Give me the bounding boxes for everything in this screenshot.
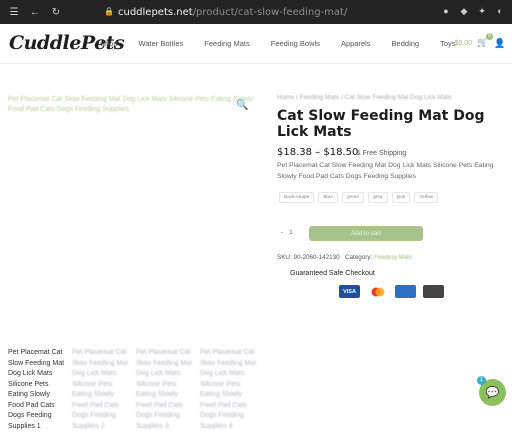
nav-item-feeding-bowls[interactable]: Feeding Bowls	[271, 39, 320, 48]
chat-button[interactable]: 💬 1	[477, 376, 506, 406]
product-description: Pet Placemat Cat Slow Feeding Mat Dog Li…	[277, 162, 494, 180]
discover-icon	[423, 285, 444, 298]
shield-icon[interactable]: ◆	[458, 5, 470, 17]
extension-icon[interactable]: ✦	[476, 5, 488, 17]
header-actions: $0.00 🛒 0 👤	[454, 33, 505, 49]
zoom-icon[interactable]: 🔍	[236, 100, 248, 112]
url-domain: cuddlepets.net	[118, 6, 193, 18]
category-label: Category:	[344, 254, 373, 261]
nav-item-shop[interactable]: Shop	[100, 39, 118, 48]
add-to-cart-button[interactable]: Add to cart	[309, 226, 423, 241]
swatch-back-shape[interactable]: Back-shape	[279, 192, 315, 203]
nav-item-feeding-mats[interactable]: Feeding Mats	[204, 39, 249, 48]
chat-icon: 💬	[485, 387, 500, 399]
variant-swatches: Back-shape Blue green grey pink Yellow	[279, 192, 439, 203]
gallery-caption: Pet Placemat Cat Slow Feeding Mat Dog Li…	[8, 96, 254, 113]
related-products: Pet Placemat Cat Slow Feeding Mat Dog Li…	[8, 348, 258, 432]
qty-value[interactable]: 1	[289, 229, 293, 236]
related-item[interactable]: Pet Placemat Cat Slow Feeding Mat Dog Li…	[200, 348, 258, 432]
github-icon[interactable]: ●	[440, 5, 452, 17]
nav-item-apparels[interactable]: Apparels	[341, 39, 371, 48]
chat-badge: 1	[477, 376, 486, 385]
amex-icon	[395, 285, 416, 298]
qty-minus-button[interactable]: -	[281, 229, 283, 236]
site-header: CuddlePets Shop Water Bottles Feeding Ma…	[0, 24, 512, 64]
nav-item-toys[interactable]: Toys	[440, 39, 455, 48]
mastercard-icon	[367, 285, 388, 298]
cart-count-badge: 0	[486, 33, 493, 40]
swatch-pink[interactable]: pink	[391, 192, 411, 203]
url-path: /product/cat-slow-feeding-mat/	[192, 6, 348, 18]
back-icon[interactable]: ←	[28, 5, 42, 19]
swatch-blue[interactable]: Blue	[318, 192, 338, 203]
menu-icon[interactable]: ☰	[7, 5, 21, 19]
swatch-yellow[interactable]: Yellow	[414, 192, 439, 203]
quantity-stepper[interactable]: - 1	[281, 229, 293, 236]
category-link[interactable]: Feeding Mats	[374, 254, 412, 261]
product-meta: SKU: 90-2060-142130 Category: Feeding Ma…	[277, 254, 412, 261]
breadcrumb[interactable]: Home / Feeding Mats / Cat Slow Feeding M…	[277, 94, 452, 101]
visa-icon: VISA	[339, 285, 360, 298]
safe-checkout-title: Guaranteed Safe Checkout	[290, 270, 375, 277]
mastercard-circles	[371, 287, 384, 296]
related-item[interactable]: Pet Placemat Cat Slow Feeding Mat Dog Li…	[136, 348, 194, 432]
related-item[interactable]: Pet Placemat Cat Slow Feeding Mat Dog Li…	[8, 348, 66, 432]
browser-toolbar: ☰ ← ↻ 🔒 cuddlepets.net /product/cat-slow…	[0, 0, 512, 24]
payment-logos: VISA	[339, 285, 444, 298]
product-image[interactable]	[0, 115, 262, 340]
swatch-grey[interactable]: grey	[368, 192, 388, 203]
lock-icon: 🔒	[104, 7, 114, 16]
related-item[interactable]: Pet Placemat Cat Slow Feeding Mat Dog Li…	[72, 348, 130, 432]
product-title: Cat Slow Feeding Mat Dog Lick Mats	[277, 108, 485, 140]
reload-icon[interactable]: ↻	[49, 5, 63, 19]
profile-icon[interactable]: ◐	[494, 5, 506, 17]
swatch-green[interactable]: green	[341, 192, 365, 203]
address-bar[interactable]: 🔒 cuddlepets.net /product/cat-slow-feedi…	[104, 4, 424, 20]
nav-item-water-bottles[interactable]: Water Bottles	[139, 39, 184, 48]
sku: SKU: 90-2060-142130	[277, 254, 340, 261]
main-nav: Shop Water Bottles Feeding Mats Feeding …	[100, 39, 477, 48]
nav-item-bedding[interactable]: Bedding	[392, 39, 420, 48]
cart-total[interactable]: $0.00	[454, 40, 472, 47]
browser-extensions: ● ◆ ✦ ◐	[440, 5, 506, 17]
user-icon[interactable]: 👤	[494, 38, 505, 48]
product-price: $18.38 – $18.50	[277, 147, 359, 158]
cart-icon[interactable]: 🛒 0	[477, 33, 493, 49]
shipping-note: & Free Shipping	[356, 150, 407, 157]
